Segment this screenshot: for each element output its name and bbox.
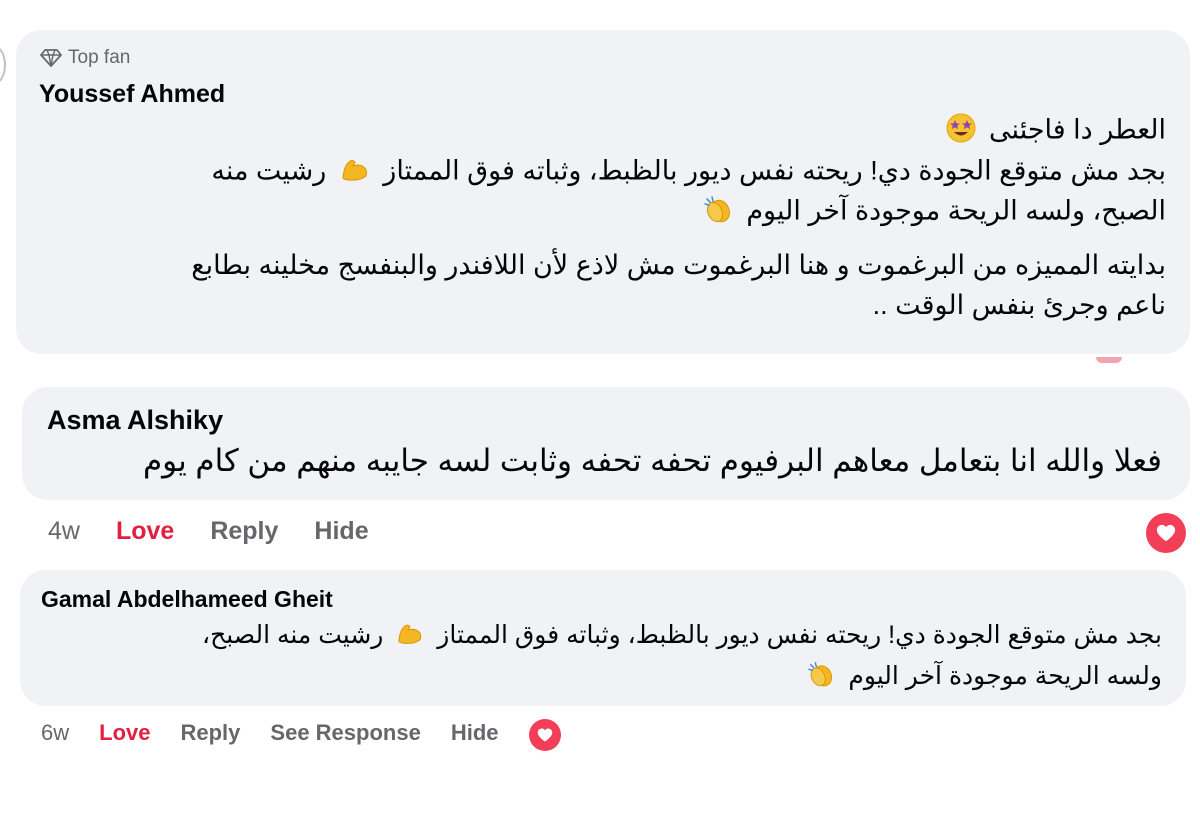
clapping-hands-emoji <box>703 194 733 231</box>
comment-text-line: بجد مش متوقع الجودة دي! ريحته نفس ديور ب… <box>211 154 1166 191</box>
reaction-icon-partial <box>1096 357 1122 363</box>
comment-text-line: ولسه الريحة موجودة آخر اليوم <box>801 660 1162 695</box>
heart-reaction-icon[interactable] <box>1146 513 1186 553</box>
clapping-hands-emoji <box>807 660 835 695</box>
comment-timestamp[interactable]: 6w <box>41 720 69 746</box>
hide-button[interactable]: Hide <box>314 517 368 546</box>
reply-button[interactable]: Reply <box>180 720 240 746</box>
star-struck-emoji <box>946 113 976 150</box>
reply-button[interactable]: Reply <box>210 517 278 546</box>
love-button[interactable]: Love <box>99 720 150 746</box>
comment-author[interactable]: Asma Alshiky <box>47 405 223 436</box>
flexed-biceps-emoji <box>396 619 424 654</box>
avatar[interactable] <box>0 46 6 84</box>
hide-button[interactable]: Hide <box>451 720 499 746</box>
comment-text-line: بجد مش متوقع الجودة دي! ريحته نفس ديور ب… <box>202 619 1162 654</box>
comment-actions: 4w Love Reply Hide <box>48 517 369 546</box>
comment-text-line: العطر دا فاجئنى <box>940 113 1166 150</box>
comment-author[interactable]: Gamal Abdelhameed Gheit <box>41 586 333 613</box>
comment-text-line: الصبح، ولسه الريحة موجودة آخر اليوم <box>697 194 1166 231</box>
flexed-biceps-emoji <box>340 154 370 191</box>
top-fan-label: Top fan <box>68 47 131 68</box>
see-response-button[interactable]: See Response <box>270 720 420 746</box>
diamond-icon <box>40 48 62 68</box>
comment-text-line: بدايته المميزه من البرغموت و هنا البرغمو… <box>191 250 1166 280</box>
comment-actions: 6w Love Reply See Response Hide <box>41 720 499 746</box>
comment-author[interactable]: Youssef Ahmed <box>39 80 225 109</box>
comment-text: فعلا والله انا بتعامل معاهم البرفيوم تحف… <box>142 443 1162 478</box>
heart-reaction-icon[interactable] <box>529 719 561 751</box>
comment-timestamp[interactable]: 4w <box>48 517 80 546</box>
love-button[interactable]: Love <box>116 517 174 546</box>
comment-text-line: ناعم وجرئ بنفس الوقت .. <box>872 290 1166 320</box>
top-fan-badge: Top fan <box>40 47 130 69</box>
